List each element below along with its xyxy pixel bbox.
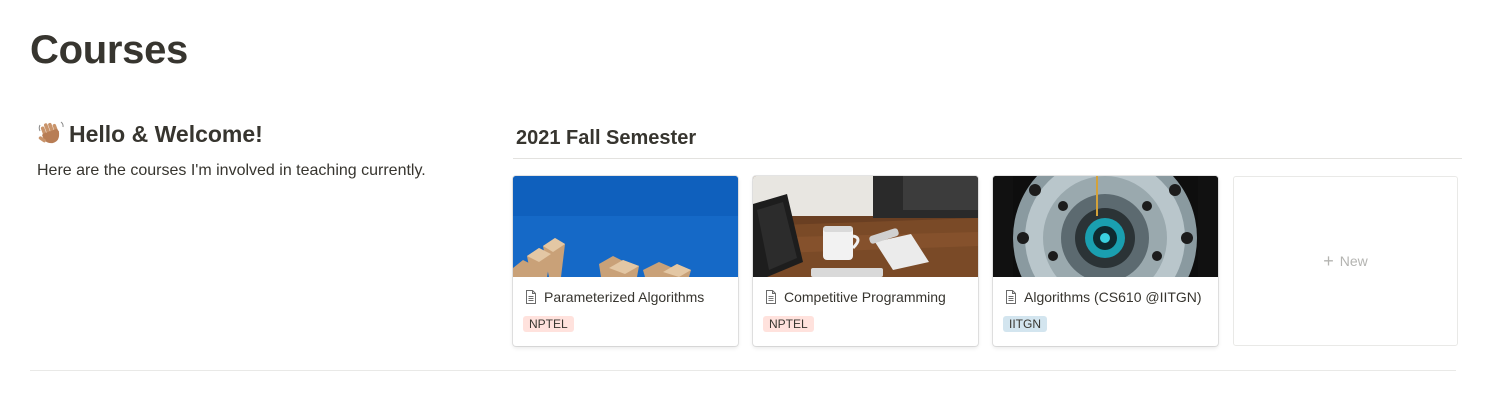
- card-tags: NPTEL: [513, 307, 738, 333]
- card-cover-image: [993, 176, 1218, 277]
- notion-page: Courses Hello & Welcome! Here are the co…: [0, 0, 1494, 407]
- card-title: Competitive Programming: [784, 289, 946, 305]
- welcome-text: Here are the courses I'm involved in tea…: [37, 162, 426, 179]
- course-card[interactable]: Algorithms (CS610 @IITGN) IITGN: [993, 176, 1218, 346]
- plus-icon: +: [1323, 250, 1334, 271]
- card-cover-image: [753, 176, 978, 277]
- card-cover-image: [513, 176, 738, 277]
- page-icon: [766, 290, 776, 304]
- course-card[interactable]: Competitive Programming NPTEL: [753, 176, 978, 346]
- page-title: Courses: [30, 28, 188, 72]
- page-icon: [526, 290, 536, 304]
- semester-section: 2021 Fall Semester Parameterized Algorit…: [513, 120, 1462, 346]
- new-card-label: New: [1339, 253, 1368, 269]
- semester-divider: [513, 158, 1462, 159]
- card-tags: IITGN: [993, 307, 1218, 333]
- bottom-divider: [30, 370, 1456, 371]
- welcome-column: Hello & Welcome! Here are the courses I'…: [37, 120, 477, 180]
- course-tag: NPTEL: [763, 316, 814, 332]
- card-title-row: Algorithms (CS610 @IITGN): [993, 277, 1218, 307]
- card-tags: NPTEL: [753, 307, 978, 333]
- card-title: Parameterized Algorithms: [544, 289, 705, 305]
- page-icon: [1006, 290, 1016, 304]
- waving-hand-icon: [38, 121, 64, 144]
- course-tag: NPTEL: [523, 316, 574, 332]
- course-gallery: Parameterized Algorithms NPTEL Competiti…: [513, 176, 1458, 346]
- course-tag: IITGN: [1003, 316, 1047, 332]
- new-card-button[interactable]: + New: [1233, 176, 1458, 346]
- card-title-row: Competitive Programming: [753, 277, 978, 307]
- card-title: Algorithms (CS610 @IITGN): [1024, 289, 1202, 305]
- semester-heading: 2021 Fall Semester: [516, 127, 697, 149]
- card-title-row: Parameterized Algorithms: [513, 277, 738, 307]
- course-card[interactable]: Parameterized Algorithms NPTEL: [513, 176, 738, 346]
- welcome-heading-text: Hello & Welcome!: [69, 120, 263, 147]
- welcome-heading: Hello & Welcome!: [37, 120, 477, 148]
